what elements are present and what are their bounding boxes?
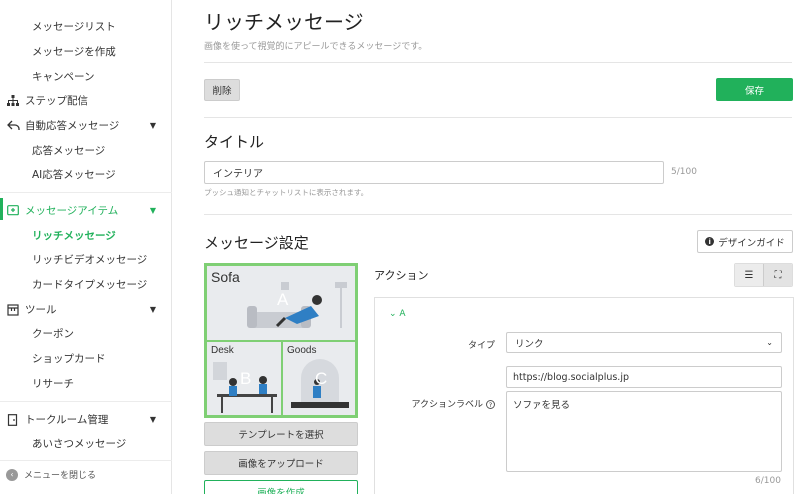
type-label: タイプ — [467, 341, 495, 351]
sidebar-item-ai-reply[interactable]: AI応答メッセージ — [32, 167, 116, 182]
upload-image-button[interactable]: 画像をアップロード — [204, 451, 358, 475]
delete-button[interactable]: 削除 — [204, 79, 240, 101]
sidebar-item-talkroom[interactable]: トークルーム管理 ▼ — [6, 412, 166, 427]
sidebar-item-tools[interactable]: ツール ▼ — [6, 302, 166, 317]
help-icon[interactable]: ? — [486, 400, 495, 409]
chevron-down-icon: ⌄ — [389, 309, 397, 319]
action-label-textarea[interactable]: ソファを見る — [506, 391, 782, 472]
view-toggle: ☰ ⛶ — [734, 263, 793, 287]
title-counter: 5/100 — [671, 167, 697, 177]
cell-caption: Sofa — [211, 269, 240, 285]
cell-caption: Goods — [287, 345, 317, 356]
active-indicator — [0, 198, 3, 220]
area-a[interactable]: Sofa A — [206, 265, 356, 341]
chevron-down-icon: ⌄ — [766, 338, 773, 347]
caret-down-icon: ▼ — [149, 206, 156, 215]
cell-letter: B — [240, 369, 252, 388]
page-title: リッチメッセージ — [204, 10, 364, 34]
design-guide-label: デザインガイド — [718, 237, 785, 249]
reply-icon — [6, 120, 20, 132]
action-label-text: アクションラベル — [411, 400, 483, 410]
save-button[interactable]: 保存 — [716, 78, 793, 101]
sidebar-item-label: メッセージアイテム — [25, 205, 119, 217]
action-heading: アクション — [374, 269, 429, 282]
close-menu-button[interactable]: ‹ メニューを閉じる — [6, 468, 96, 481]
action-panel: ⌄ A タイプ リンク ⌄ https://blog.socialplus.jp… — [374, 297, 794, 494]
create-image-button[interactable]: 画像を作成 — [204, 480, 358, 494]
caret-down-icon: ▼ — [149, 121, 156, 130]
divider — [204, 117, 792, 118]
expand-view-icon[interactable]: ⛶ — [763, 264, 792, 286]
sidebar-item-shop-card[interactable]: ショップカード — [32, 351, 106, 366]
chevron-left-icon: ‹ — [6, 468, 18, 481]
select-template-button[interactable]: テンプレートを選択 — [204, 422, 358, 446]
area-c[interactable]: Goods C — [282, 341, 356, 416]
info-icon: i — [705, 237, 715, 246]
sidebar-item-label: トークルーム管理 — [25, 414, 109, 426]
page-description: 画像を使って視覚的にアピールできるメッセージです。 — [204, 42, 428, 52]
title-heading: タイトル — [204, 133, 265, 151]
divider — [0, 192, 172, 193]
divider — [204, 62, 792, 63]
cell-caption: Desk — [211, 345, 234, 356]
sidebar-item-greeting[interactable]: あいさつメッセージ — [32, 436, 126, 451]
cell-letter: C — [315, 369, 328, 388]
sidebar-item-coupon[interactable]: クーポン — [32, 326, 74, 341]
list-view-icon[interactable]: ☰ — [735, 264, 763, 286]
close-menu-label: メニューを閉じる — [24, 471, 97, 481]
url-input[interactable]: https://blog.socialplus.jp — [506, 366, 782, 388]
hierarchy-icon — [6, 95, 20, 107]
caret-down-icon: ▼ — [149, 305, 156, 314]
divider — [0, 460, 172, 461]
action-item-label: A — [399, 309, 406, 319]
message-settings-heading: メッセージ設定 — [204, 234, 309, 252]
shop-icon — [6, 303, 20, 316]
door-icon — [6, 413, 20, 426]
sidebar: メッセージリスト メッセージを作成 キャンペーン ステップ配信 自動応答メッセー… — [0, 0, 172, 494]
caret-down-icon: ▼ — [149, 415, 156, 424]
rich-message-preview: Sofa A Desk B Goods C — [204, 263, 358, 418]
divider — [0, 401, 172, 402]
sidebar-item-step[interactable]: ステップ配信 — [6, 93, 166, 108]
sidebar-item-create-message[interactable]: メッセージを作成 — [32, 44, 116, 59]
sidebar-item-label: ステップ配信 — [25, 95, 88, 107]
cell-letter: A — [277, 290, 289, 309]
sidebar-item-label: 自動応答メッセージ — [25, 120, 120, 132]
sidebar-item-rich-message[interactable]: リッチメッセージ — [32, 228, 116, 243]
sidebar-item-rich-video[interactable]: リッチビデオメッセージ — [32, 252, 147, 267]
sidebar-item-research[interactable]: リサーチ — [32, 376, 74, 391]
area-b[interactable]: Desk B — [206, 341, 282, 416]
sidebar-item-campaign[interactable]: キャンペーン — [32, 69, 94, 84]
title-input[interactable]: インテリア — [204, 161, 664, 184]
sidebar-item-message-items[interactable]: メッセージアイテム ▼ — [6, 203, 166, 218]
action-label-label: アクションラベル? — [375, 397, 495, 410]
main-content: リッチメッセージ 画像を使って視覚的にアピールできるメッセージです。 削除 保存… — [172, 0, 800, 494]
sidebar-item-message-list[interactable]: メッセージリスト — [32, 19, 116, 34]
sidebar-item-auto-reply[interactable]: 自動応答メッセージ ▼ — [6, 118, 166, 133]
design-guide-button[interactable]: i デザインガイド — [697, 230, 793, 253]
action-item-toggle[interactable]: ⌄ A — [389, 309, 406, 319]
sidebar-item-label: ツール — [25, 304, 57, 316]
title-hint: プッシュ通知とチャットリストに表示されます。 — [204, 188, 369, 197]
type-value: リンク — [515, 338, 544, 350]
message-plus-icon — [6, 204, 20, 217]
sidebar-item-card-type[interactable]: カードタイプメッセージ — [32, 277, 147, 292]
divider — [204, 214, 792, 215]
type-select[interactable]: リンク ⌄ — [506, 332, 782, 353]
sidebar-item-reply-message[interactable]: 応答メッセージ — [32, 143, 105, 158]
action-label-counter: 6/100 — [755, 476, 781, 486]
